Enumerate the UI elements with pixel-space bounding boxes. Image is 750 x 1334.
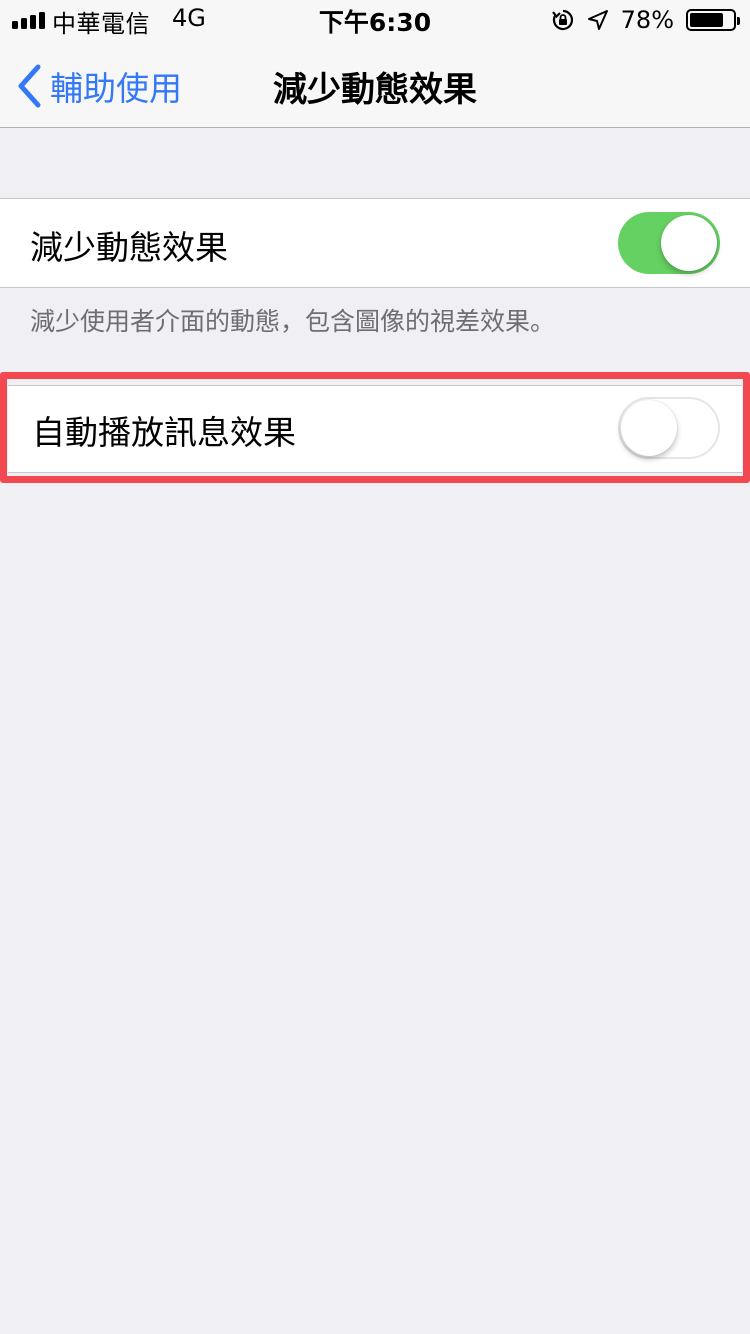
reduce-motion-label: 減少動態效果 bbox=[30, 228, 228, 267]
toggle-knob bbox=[661, 215, 717, 271]
toggle-knob bbox=[621, 400, 677, 456]
reduce-motion-description: 減少使用者介面的動態，包含圖像的視差效果。 bbox=[30, 307, 556, 336]
navigation-bar: 輔助使用 減少動態效果 bbox=[0, 40, 750, 128]
battery-icon bbox=[686, 9, 740, 31]
auto-play-message-effects-toggle[interactable] bbox=[618, 397, 720, 459]
page-title: 減少動態效果 bbox=[273, 70, 477, 110]
reduce-motion-toggle[interactable] bbox=[618, 212, 720, 274]
reduce-motion-cell: 減少動態效果 bbox=[0, 198, 750, 288]
status-bar: 中華電信 4G 下午6:30 78% bbox=[0, 0, 750, 40]
rotation-lock-icon bbox=[551, 9, 573, 31]
location-arrow-icon bbox=[587, 10, 608, 30]
status-right-group: 78% bbox=[551, 6, 740, 34]
battery-percentage: 78% bbox=[620, 6, 674, 34]
screen: 中華電信 4G 下午6:30 78% 輔助使用 減少動態效果 減少動態效果 減少… bbox=[0, 0, 750, 1334]
auto-play-message-effects-label: 自動播放訊息效果 bbox=[32, 413, 296, 452]
auto-play-message-effects-cell: 自動播放訊息效果 bbox=[8, 385, 742, 473]
battery-fill bbox=[690, 13, 723, 27]
battery-tip bbox=[737, 17, 740, 25]
